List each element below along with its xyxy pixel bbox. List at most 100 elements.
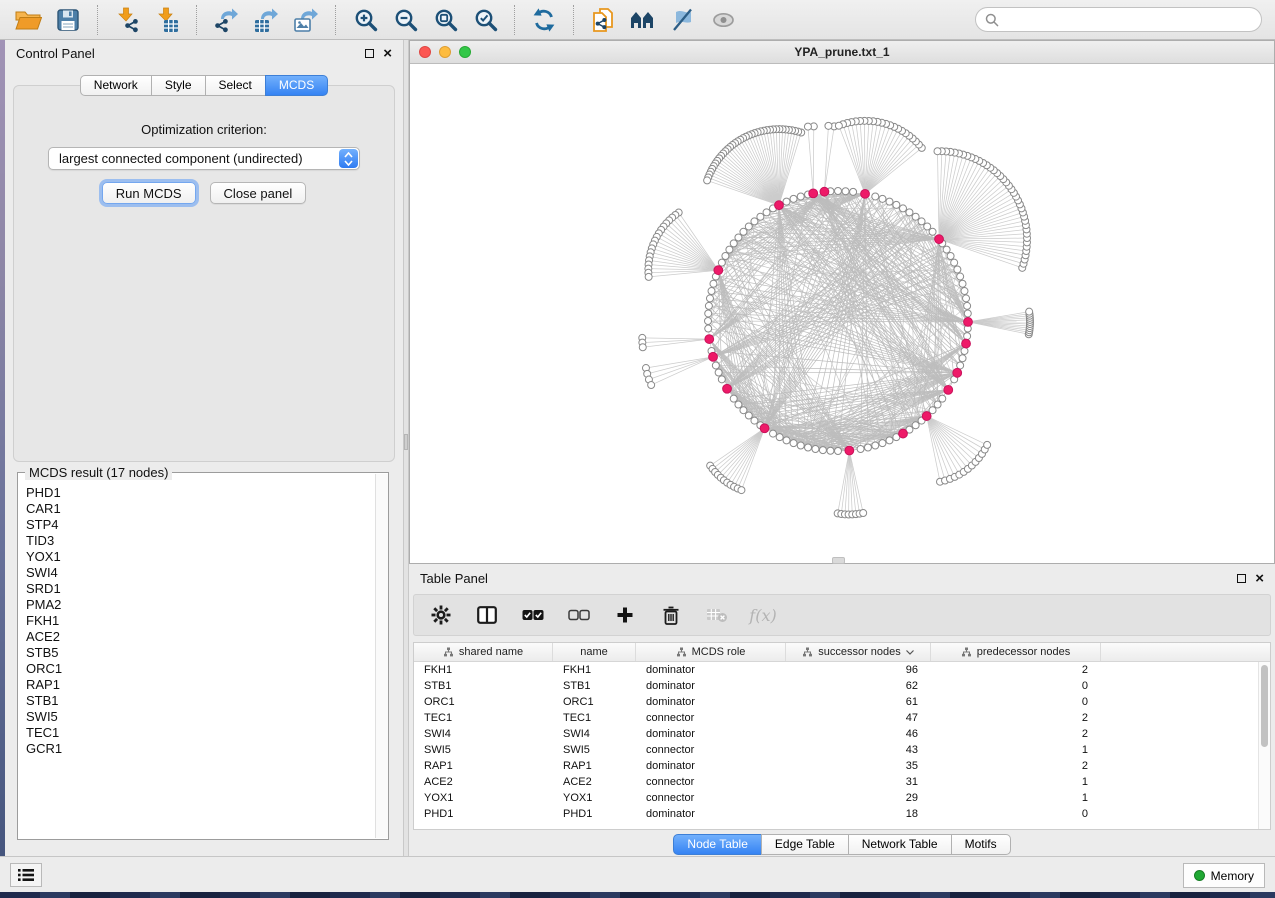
- zoom-selected-button[interactable]: [467, 4, 503, 36]
- graph-node[interactable]: [961, 288, 968, 295]
- graph-node[interactable]: [886, 437, 893, 444]
- graph-node[interactable]: [951, 259, 958, 266]
- show-task-history-button[interactable]: [10, 863, 42, 887]
- graph-hub-node[interactable]: [962, 339, 971, 348]
- cell-successor-nodes[interactable]: 29: [786, 790, 931, 806]
- graph-node[interactable]: [730, 395, 737, 402]
- graph-node[interactable]: [872, 193, 879, 200]
- graph-node[interactable]: [912, 422, 919, 429]
- graph-node[interactable]: [804, 123, 811, 130]
- search-input[interactable]: [1005, 13, 1252, 27]
- table-row[interactable]: PHD1PHD1dominator180: [414, 806, 1258, 822]
- graph-node[interactable]: [730, 240, 737, 247]
- cell-successor-nodes[interactable]: 43: [786, 742, 931, 758]
- clone-network-button[interactable]: [585, 4, 621, 36]
- mcds-result-item[interactable]: STP4: [26, 517, 374, 533]
- tab-node-table[interactable]: Node Table: [673, 834, 762, 855]
- mcds-result-item[interactable]: ACE2: [26, 629, 374, 645]
- cell-shared-name[interactable]: YOX1: [414, 790, 553, 806]
- mcds-result-item[interactable]: PHD1: [26, 485, 374, 501]
- cell-mcds-role[interactable]: connector: [636, 774, 786, 790]
- table-row[interactable]: ACE2ACE2connector311: [414, 774, 1258, 790]
- graph-node[interactable]: [879, 195, 886, 202]
- cell-shared-name[interactable]: SWI4: [414, 726, 553, 742]
- table-row[interactable]: TEC1TEC1connector472: [414, 710, 1258, 726]
- cell-successor-nodes[interactable]: 18: [786, 806, 931, 822]
- zoom-in-button[interactable]: [347, 4, 383, 36]
- graph-node[interactable]: [984, 441, 991, 448]
- graph-node[interactable]: [763, 209, 770, 216]
- mcds-result-item[interactable]: ORC1: [26, 661, 374, 677]
- cell-successor-nodes[interactable]: 96: [786, 662, 931, 678]
- graph-node[interactable]: [705, 302, 712, 309]
- table-scrollbar-thumb[interactable]: [1261, 665, 1268, 747]
- graph-hub-node[interactable]: [760, 424, 769, 433]
- graph-hub-node[interactable]: [845, 446, 854, 455]
- graph-node[interactable]: [757, 213, 764, 220]
- cell-mcds-role[interactable]: connector: [636, 742, 786, 758]
- graph-node[interactable]: [648, 382, 655, 389]
- graph-node[interactable]: [900, 205, 907, 212]
- graph-node[interactable]: [735, 401, 742, 408]
- cell-predecessor-nodes[interactable]: 2: [931, 758, 1101, 774]
- cell-shared-name[interactable]: ACE2: [414, 774, 553, 790]
- export-image-button[interactable]: [288, 4, 324, 36]
- column-header-mcds-role[interactable]: MCDS role: [636, 643, 786, 661]
- mcds-result-item[interactable]: STB1: [26, 693, 374, 709]
- cell-shared-name[interactable]: SWI5: [414, 742, 553, 758]
- graph-node[interactable]: [751, 218, 758, 225]
- graph-node[interactable]: [954, 266, 961, 273]
- graph-node[interactable]: [939, 395, 946, 402]
- graph-node[interactable]: [934, 401, 941, 408]
- cell-mcds-role[interactable]: connector: [636, 710, 786, 726]
- cell-name[interactable]: PHD1: [553, 806, 636, 822]
- graph-node[interactable]: [708, 288, 715, 295]
- cell-successor-nodes[interactable]: 31: [786, 774, 931, 790]
- graph-hub-node[interactable]: [809, 189, 818, 198]
- graph-node[interactable]: [745, 223, 752, 230]
- cell-mcds-role[interactable]: dominator: [636, 806, 786, 822]
- network-graph[interactable]: [410, 64, 1274, 563]
- open-session-button[interactable]: [10, 4, 46, 36]
- graph-node[interactable]: [918, 218, 925, 225]
- cell-shared-name[interactable]: FKH1: [414, 662, 553, 678]
- graph-node[interactable]: [705, 325, 712, 332]
- graph-node[interactable]: [705, 318, 712, 325]
- cell-successor-nodes[interactable]: 46: [786, 726, 931, 742]
- cell-mcds-role[interactable]: dominator: [636, 726, 786, 742]
- mcds-result-item[interactable]: FKH1: [26, 613, 374, 629]
- graph-hub-node[interactable]: [899, 429, 908, 438]
- network-titlebar[interactable]: YPA_prune.txt_1: [410, 41, 1274, 64]
- table-mode-button[interactable]: [430, 604, 452, 626]
- close-panel-icon[interactable]: ×: [383, 49, 392, 58]
- graph-node[interactable]: [872, 442, 879, 449]
- graph-node[interactable]: [860, 509, 867, 516]
- graph-node[interactable]: [961, 347, 968, 354]
- tab-network-table[interactable]: Network Table: [848, 834, 952, 855]
- graph-node[interactable]: [1026, 308, 1033, 315]
- graph-hub-node[interactable]: [922, 412, 931, 421]
- mcds-result-item[interactable]: CAR1: [26, 501, 374, 517]
- graph-node[interactable]: [812, 446, 819, 453]
- graph-node[interactable]: [751, 417, 758, 424]
- cell-mcds-role[interactable]: dominator: [636, 694, 786, 710]
- table-row[interactable]: RAP1RAP1dominator352: [414, 758, 1258, 774]
- delete-column-button[interactable]: [660, 604, 682, 626]
- table-row[interactable]: STB1STB1dominator620: [414, 678, 1258, 694]
- graph-node[interactable]: [827, 447, 834, 454]
- graph-node[interactable]: [819, 447, 826, 454]
- cell-predecessor-nodes[interactable]: 1: [931, 790, 1101, 806]
- table-row[interactable]: YOX1YOX1connector291: [414, 790, 1258, 806]
- graph-node[interactable]: [835, 448, 842, 455]
- graph-node[interactable]: [712, 362, 719, 369]
- graph-node[interactable]: [959, 280, 966, 287]
- graph-node[interactable]: [735, 234, 742, 241]
- horizontal-splitter-grip[interactable]: [832, 557, 845, 564]
- import-table-button[interactable]: [149, 4, 185, 36]
- graph-node[interactable]: [850, 188, 857, 195]
- criterion-select[interactable]: largest connected component (undirected): [48, 147, 360, 170]
- cell-name[interactable]: ACE2: [553, 774, 636, 790]
- graph-hub-node[interactable]: [935, 235, 944, 244]
- graph-node[interactable]: [964, 310, 971, 317]
- column-header-predecessor-nodes[interactable]: predecessor nodes: [931, 643, 1101, 661]
